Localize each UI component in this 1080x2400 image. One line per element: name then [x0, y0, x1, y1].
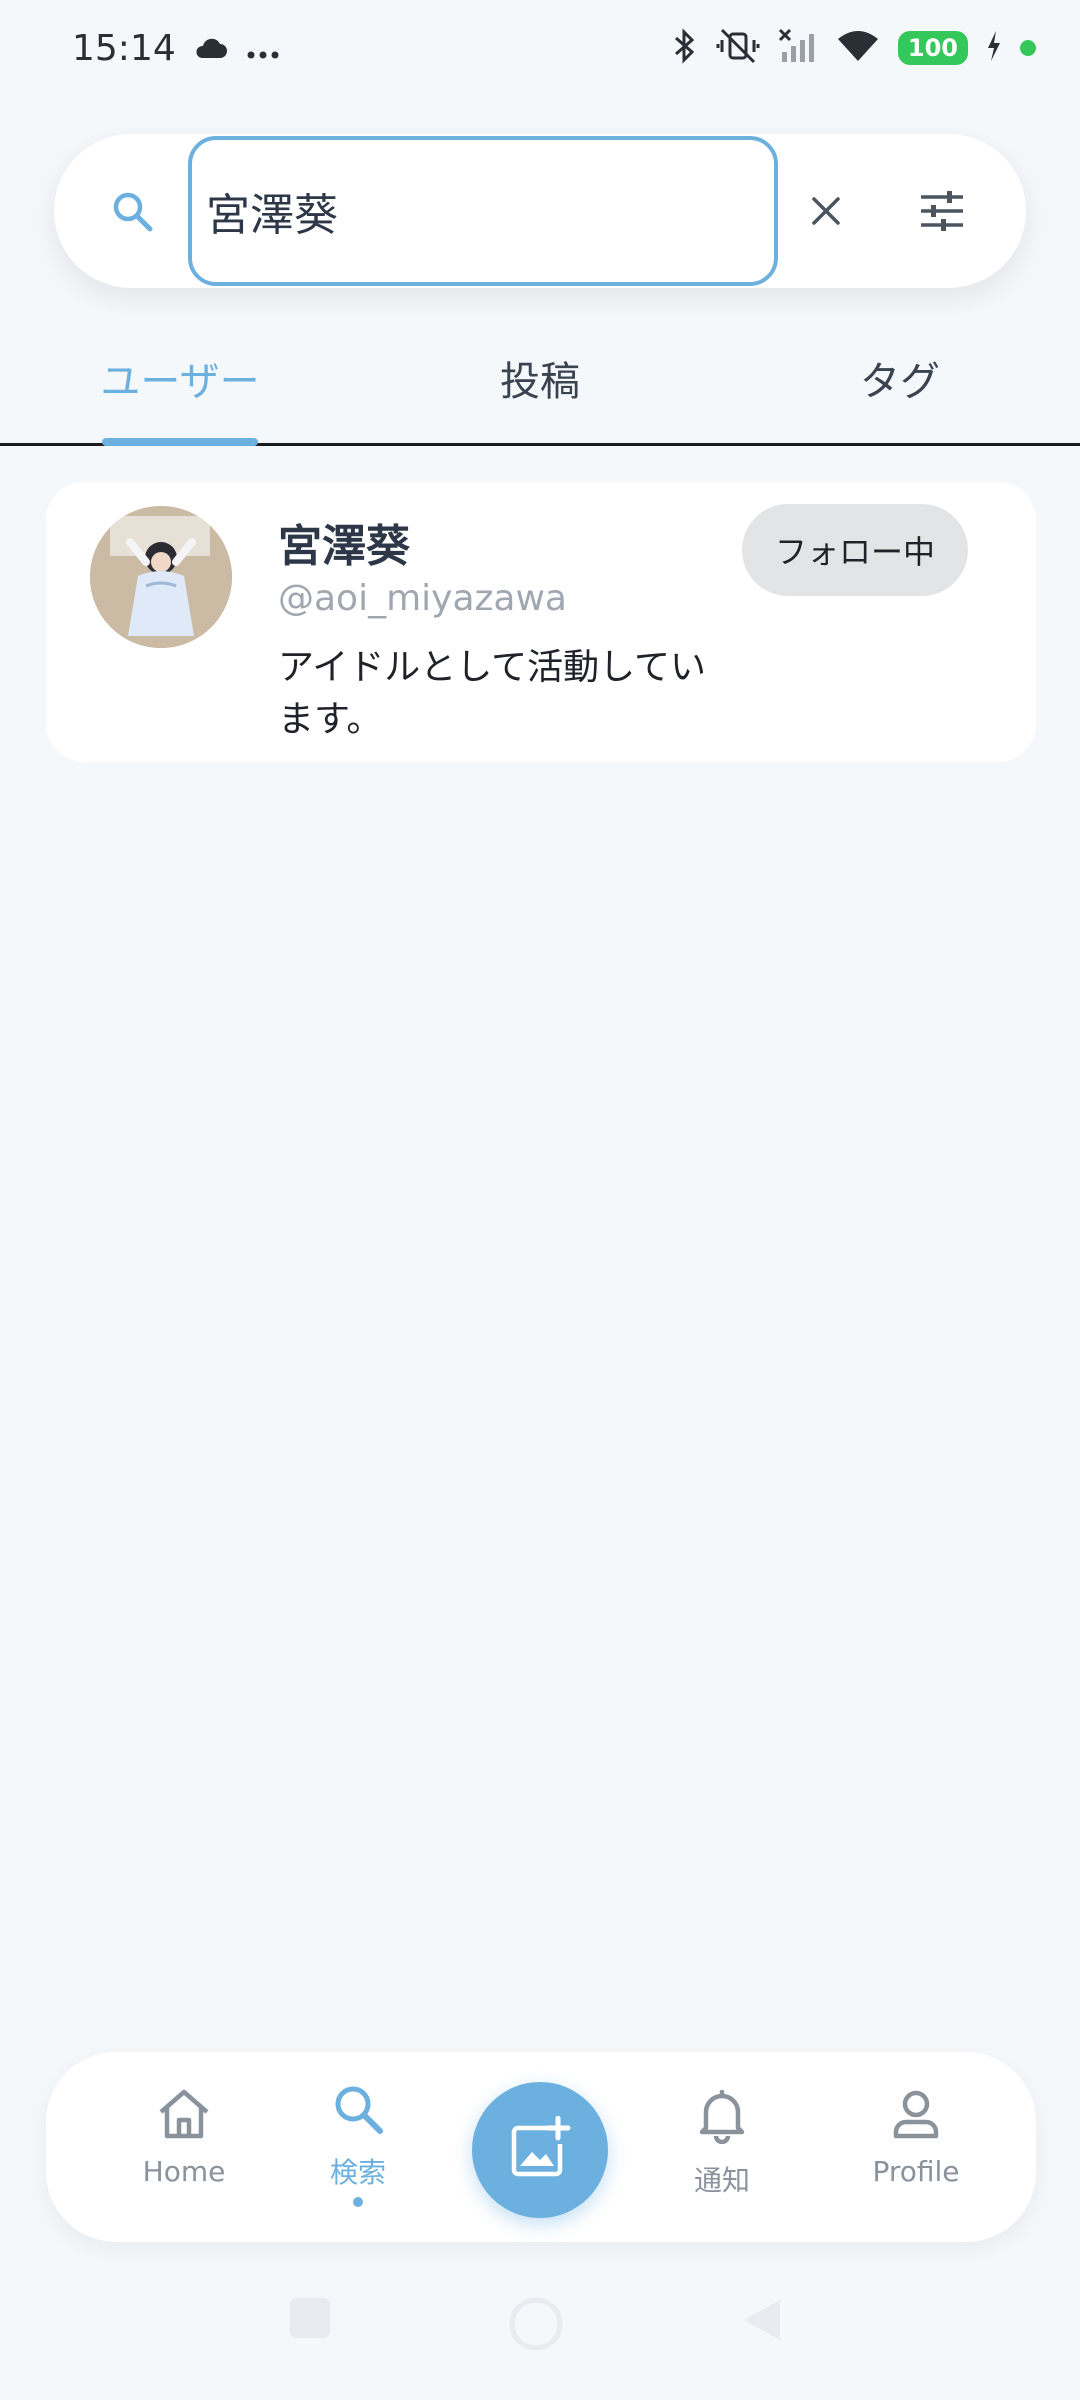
- nav-home-label: Home: [142, 2155, 226, 2188]
- privacy-indicator-dot: [1020, 40, 1036, 56]
- nav-profile[interactable]: Profile: [836, 2088, 996, 2218]
- filter-sliders-icon[interactable]: [910, 179, 974, 243]
- tab-indicator: [102, 438, 258, 446]
- user-handle: @aoi_miyazawa: [278, 578, 567, 619]
- nav-notifications[interactable]: 通知: [642, 2088, 802, 2218]
- cloud-icon: [194, 28, 228, 69]
- nav-profile-label: Profile: [872, 2155, 960, 2188]
- tab-posts[interactable]: 投稿: [440, 348, 640, 408]
- active-dot: [353, 2197, 363, 2207]
- nav-search-label: 検索: [329, 2156, 386, 2189]
- more-dots-icon: [246, 28, 280, 69]
- search-tabs: ユーザー 投稿 タグ: [0, 330, 1080, 446]
- system-nav-bar: [0, 2290, 1080, 2370]
- search-icon[interactable]: [100, 179, 164, 243]
- add-photo-icon: [508, 2115, 572, 2184]
- tab-users[interactable]: ユーザー: [80, 348, 280, 408]
- charging-icon: [986, 31, 1002, 65]
- bell-icon: [696, 2088, 748, 2151]
- search-icon: [331, 2082, 385, 2143]
- battery-indicator: 100: [897, 31, 968, 65]
- bottom-nav: Home 検索 通知 Profile: [46, 2052, 1036, 2242]
- nav-search[interactable]: 検索: [278, 2082, 438, 2212]
- status-right: 100: [672, 28, 1036, 68]
- status-time: 15:14: [72, 27, 176, 69]
- following-button[interactable]: フォロー中: [742, 504, 968, 596]
- home-icon: [155, 2088, 213, 2147]
- back-button[interactable]: [740, 2296, 784, 2348]
- search-input[interactable]: [188, 136, 778, 286]
- user-name: 宮澤葵: [278, 521, 410, 572]
- wifi-icon: [836, 29, 880, 67]
- tab-tags[interactable]: タグ: [800, 348, 1000, 408]
- vibrate-off-icon: [716, 28, 760, 68]
- home-button[interactable]: [508, 2296, 564, 2356]
- nav-notifications-label: 通知: [693, 2164, 750, 2197]
- user-bio: アイドルとして活動しています。: [278, 647, 707, 740]
- signal-icon: [778, 28, 818, 68]
- person-icon: [890, 2088, 942, 2147]
- create-post-button[interactable]: [472, 2082, 608, 2218]
- search-bar: [54, 134, 1026, 288]
- status-left: 15:14: [72, 28, 280, 69]
- status-bar: 15:14 100: [0, 0, 1080, 96]
- avatar[interactable]: [90, 506, 232, 648]
- nav-home[interactable]: Home: [104, 2088, 264, 2218]
- close-icon[interactable]: [794, 179, 858, 243]
- user-result-card[interactable]: 宮澤葵 @aoi_miyazawa アイドルとして活動しています。 フォロー中: [46, 482, 1036, 762]
- bluetooth-icon: [672, 28, 698, 68]
- recents-button[interactable]: [288, 2296, 332, 2344]
